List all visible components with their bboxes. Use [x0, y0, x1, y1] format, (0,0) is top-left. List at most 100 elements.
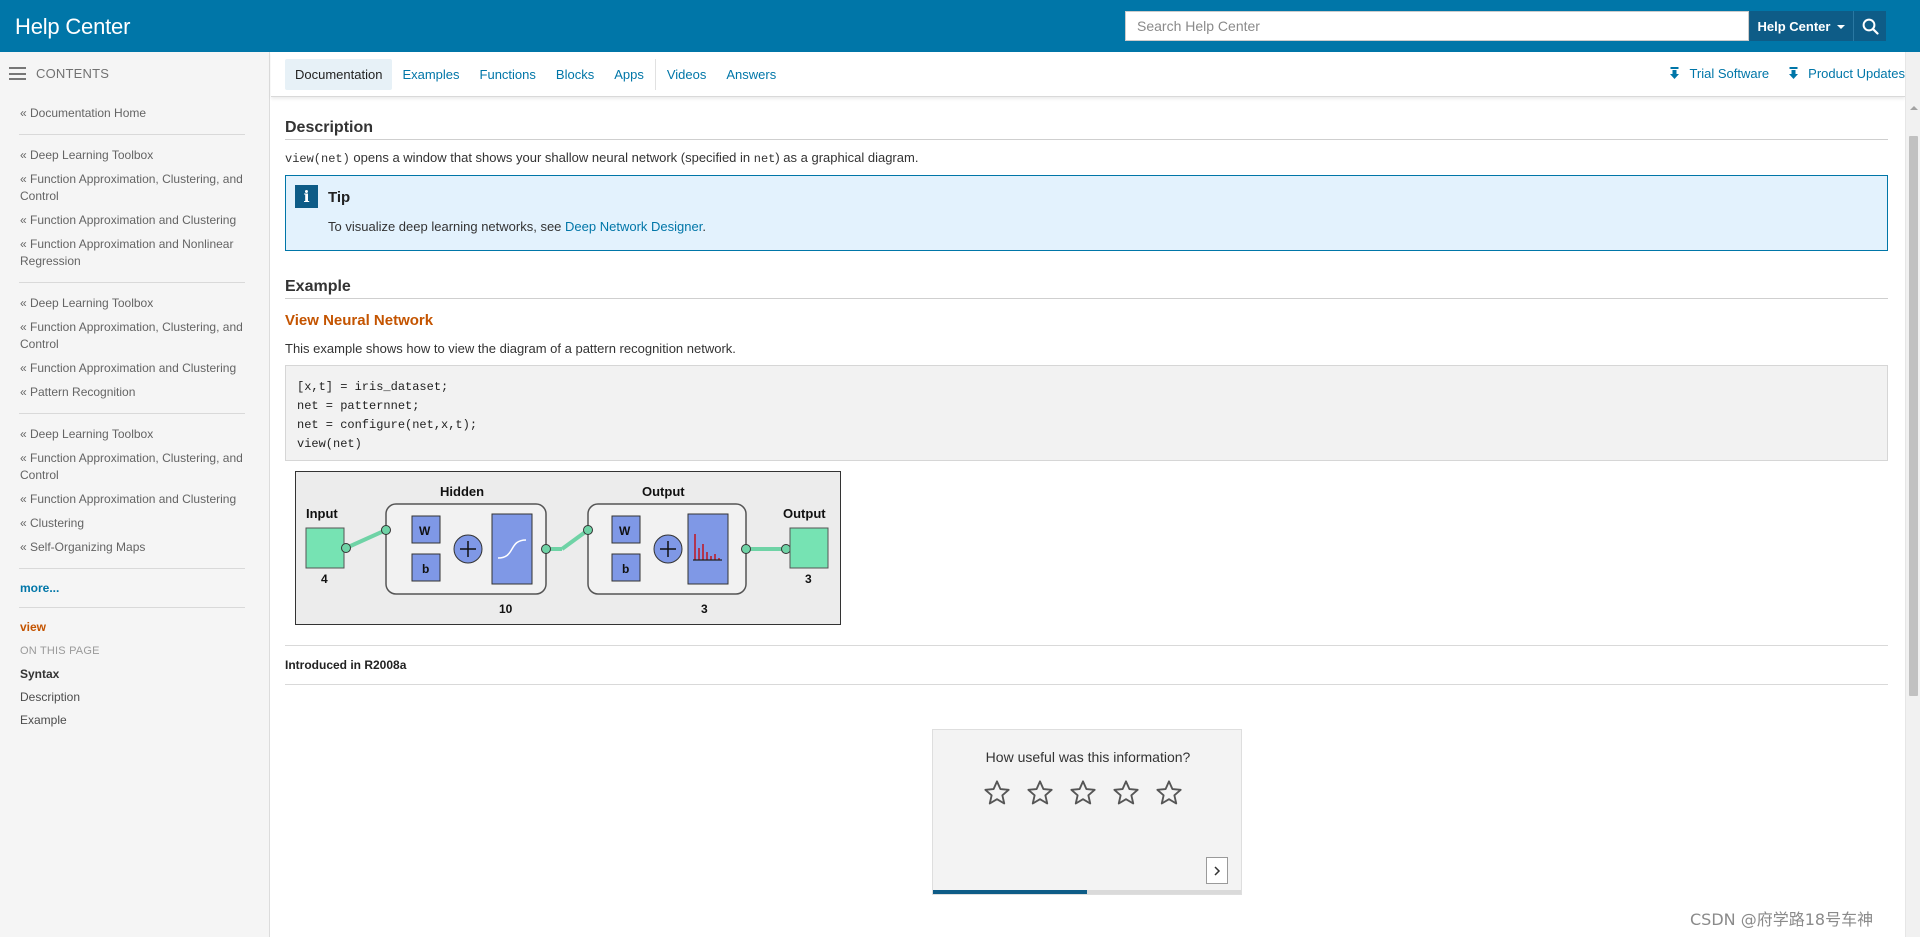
sidebar-divider — [19, 282, 245, 283]
description-text-part1: opens a window that shows your shallow n… — [349, 150, 754, 165]
sidebar-link[interactable]: « Function Approximation, Clustering, an… — [20, 450, 245, 484]
example-subheading: View Neural Network — [285, 312, 434, 329]
sidebar-link[interactable]: « Function Approximation, Clustering, an… — [20, 319, 245, 353]
sidebar-link[interactable]: « Function Approximation and Clustering — [20, 360, 245, 377]
tab-documentation[interactable]: Documentation — [285, 59, 393, 90]
tip-box: i Tip To visualize deep learning network… — [285, 175, 1888, 251]
sidebar-more-link[interactable]: more... — [20, 581, 245, 595]
contents-toggle[interactable]: CONTENTS — [9, 66, 109, 81]
tab-examples[interactable]: Examples — [392, 59, 469, 90]
tab-apps[interactable]: Apps — [604, 59, 654, 90]
star-icon — [1027, 780, 1053, 805]
tab-functions[interactable]: Functions — [470, 59, 546, 90]
download-icon — [1789, 67, 1799, 79]
code-line: net = configure(net,x,t); — [297, 418, 478, 432]
code-net: net — [753, 152, 776, 166]
on-this-page-description[interactable]: Description — [20, 690, 245, 704]
output-bias-label: b — [622, 562, 629, 576]
sidebar-link[interactable]: « Deep Learning Toolbox — [20, 295, 245, 312]
deep-network-designer-link[interactable]: Deep Network Designer — [565, 219, 702, 234]
doc-tab-bar: Documentation Examples Functions Blocks … — [271, 52, 1905, 97]
code-line: view(net) — [297, 437, 362, 451]
code-line: [x,t] = iris_dataset; — [297, 380, 449, 394]
rating-progress-bar — [933, 890, 1087, 894]
diagram-hidden-label: Hidden — [440, 484, 484, 499]
sidebar-divider — [19, 568, 245, 569]
utility-links: Trial Software Product Updates — [1670, 66, 1905, 81]
sidebar-link[interactable]: « Function Approximation and Clustering — [20, 491, 245, 508]
sidebar-divider — [19, 607, 245, 608]
sidebar-link-documentation-home[interactable]: « Documentation Home — [20, 105, 245, 122]
input-block — [305, 527, 345, 569]
sidebar-nav: « Documentation Home « Deep Learning Too… — [19, 105, 245, 736]
example-text: This example shows how to view the diagr… — [285, 341, 736, 356]
scroll-up-arrow-icon[interactable] — [1910, 106, 1918, 110]
hidden-bias-label: b — [422, 562, 429, 576]
sidebar-link[interactable]: « Function Approximation and Nonlinear R… — [20, 236, 245, 270]
tab-divider — [654, 59, 656, 90]
tip-text-end: . — [702, 219, 706, 234]
diagram-input-size: 4 — [321, 572, 328, 586]
introduced-bar: Introduced in R2008a — [285, 645, 1888, 685]
sidebar-link[interactable]: « Self-Organizing Maps — [20, 539, 245, 556]
search-button[interactable] — [1853, 11, 1886, 41]
connector-node — [781, 544, 791, 554]
sidebar-link[interactable]: « Deep Learning Toolbox — [20, 426, 245, 443]
code-line: net = patternnet; — [297, 399, 420, 413]
sidebar-link[interactable]: « Clustering — [20, 515, 245, 532]
star-1-button[interactable] — [983, 779, 1011, 807]
tab-blocks[interactable]: Blocks — [546, 59, 604, 90]
star-2-button[interactable] — [1026, 779, 1054, 807]
search-scope-dropdown[interactable]: Help Center — [1749, 11, 1853, 41]
on-this-page-example[interactable]: Example — [20, 713, 245, 727]
diagram-output-layer-label: Output — [642, 484, 685, 499]
star-5-button[interactable] — [1155, 779, 1183, 807]
tip-text: To visualize deep learning networks, see… — [328, 219, 706, 234]
star-rating — [983, 779, 1183, 807]
diagram-output-layer-size: 3 — [701, 602, 708, 616]
description-text-part2: ) as a graphical diagram. — [775, 150, 919, 165]
sidebar-link[interactable]: « Function Approximation and Clustering — [20, 212, 245, 229]
trial-software-link[interactable]: Trial Software — [1670, 66, 1769, 81]
tab-answers[interactable]: Answers — [716, 59, 786, 90]
info-icon: i — [295, 185, 318, 208]
search-input[interactable] — [1125, 11, 1749, 41]
description-text: view(net) opens a window that shows your… — [285, 149, 1888, 168]
tab-videos[interactable]: Videos — [657, 59, 717, 90]
tabs: Documentation Examples Functions Blocks … — [285, 59, 786, 90]
main-content: Description view(net) opens a window tha… — [285, 97, 1888, 685]
diagram-hidden-size: 10 — [499, 602, 513, 616]
sidebar-link[interactable]: « Deep Learning Toolbox — [20, 147, 245, 164]
top-header: Help Center Help Center — [0, 0, 1920, 52]
rating-question: How useful was this information? — [985, 749, 1191, 765]
scrollbar-thumb[interactable] — [1909, 136, 1918, 696]
watermark: CSDN @府学路18号车神 — [1690, 910, 1874, 929]
rating-next-button[interactable] — [1206, 857, 1228, 884]
sidebar: CONTENTS « Documentation Home « Deep Lea… — [0, 52, 270, 937]
output-transfer-block — [687, 513, 729, 585]
help-center-logo[interactable]: Help Center — [15, 14, 130, 40]
connector-node — [381, 525, 391, 535]
page-scrollbar[interactable] — [1905, 52, 1920, 937]
sidebar-link[interactable]: « Function Approximation, Clustering, an… — [20, 171, 245, 205]
chevron-right-icon — [1214, 865, 1221, 876]
example-heading: Example — [285, 278, 1888, 299]
product-updates-label: Product Updates — [1808, 66, 1905, 81]
star-4-button[interactable] — [1112, 779, 1140, 807]
caret-down-icon — [1837, 25, 1846, 29]
connector-node — [583, 525, 593, 535]
sidebar-link[interactable]: « Pattern Recognition — [20, 384, 245, 401]
neural-network-diagram: Input 4 Hidden W b 10 Output W b 3 Outpu… — [295, 471, 841, 625]
star-icon — [1156, 780, 1182, 805]
star-3-button[interactable] — [1069, 779, 1097, 807]
output-weight-label: W — [619, 524, 631, 538]
hamburger-icon — [9, 67, 26, 80]
product-updates-link[interactable]: Product Updates — [1789, 66, 1905, 81]
download-icon — [1670, 67, 1680, 79]
connector-node — [341, 543, 351, 553]
on-this-page-heading: ON THIS PAGE — [20, 645, 100, 657]
on-this-page-syntax[interactable]: Syntax — [20, 667, 245, 681]
star-icon — [1113, 780, 1139, 805]
connector-node — [541, 544, 551, 554]
search-icon — [1862, 18, 1879, 35]
